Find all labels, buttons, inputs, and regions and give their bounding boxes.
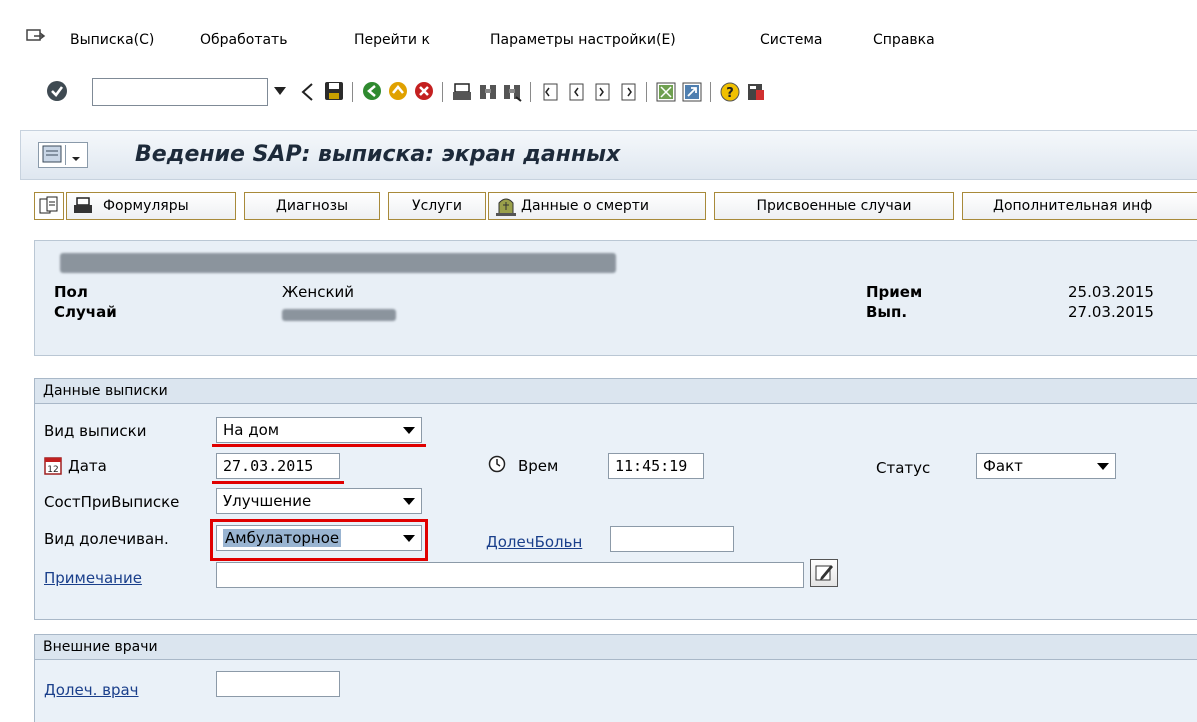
forms-button-label: Формуляры bbox=[103, 198, 189, 214]
time-label: Врем bbox=[518, 457, 559, 475]
sex-label: Пол bbox=[54, 283, 88, 301]
aftercare-hospital-label[interactable]: ДолечБольн bbox=[486, 533, 582, 551]
redacted-patient-name bbox=[60, 253, 616, 273]
system-menu-icon[interactable] bbox=[26, 28, 46, 46]
enter-checkmark-icon[interactable] bbox=[46, 80, 68, 102]
chevron-down-icon bbox=[403, 535, 415, 542]
page-title: Ведение SAP: выписка: экран данных bbox=[135, 142, 621, 167]
last-page-icon[interactable] bbox=[618, 82, 638, 102]
date-input[interactable]: 27.03.2015 bbox=[216, 453, 340, 479]
additional-info-button-label: Дополнительная инф bbox=[993, 198, 1153, 214]
diagnoses-button[interactable]: Диагнозы bbox=[244, 192, 380, 220]
edit-pencil-icon[interactable] bbox=[810, 559, 838, 587]
toolbar-separator bbox=[352, 82, 353, 102]
calendar-icon: 12 bbox=[44, 457, 62, 475]
header-toggle-icon[interactable] bbox=[34, 192, 64, 220]
toolbar-separator bbox=[646, 82, 647, 102]
sex-value: Женский bbox=[282, 283, 354, 301]
clock-icon bbox=[488, 455, 506, 473]
printer-icon bbox=[73, 197, 93, 215]
chevron-down-icon bbox=[403, 498, 415, 505]
command-field[interactable] bbox=[92, 78, 268, 106]
highlight-underline bbox=[212, 481, 344, 484]
chevron-down-icon bbox=[403, 427, 415, 434]
discharge-type-label: Вид выписки bbox=[44, 422, 147, 440]
save-icon[interactable] bbox=[324, 81, 344, 101]
command-dropdown-icon[interactable] bbox=[274, 87, 286, 95]
svg-text:12: 12 bbox=[47, 465, 58, 475]
aftercare-hospital-input[interactable] bbox=[610, 526, 734, 552]
back-arrow-icon[interactable] bbox=[300, 82, 314, 102]
create-session-icon[interactable] bbox=[656, 82, 676, 102]
cancel-icon[interactable] bbox=[414, 81, 434, 101]
discharge-date: 27.03.2015 bbox=[1068, 303, 1154, 321]
discharge-label: Вып. bbox=[866, 303, 908, 321]
date-value: 27.03.2015 bbox=[223, 457, 314, 475]
admission-label: Прием bbox=[866, 283, 923, 301]
death-data-button-label: Данные о смерти bbox=[521, 198, 649, 214]
screen-menu-icon[interactable] bbox=[38, 142, 88, 168]
find-next-icon[interactable] bbox=[502, 82, 522, 102]
aftercare-type-value: Амбулаторное bbox=[223, 529, 342, 547]
next-page-icon[interactable] bbox=[592, 82, 612, 102]
admission-date: 25.03.2015 bbox=[1068, 283, 1154, 301]
menu-process[interactable]: Обработать bbox=[200, 32, 287, 48]
forms-button[interactable]: Формуляры bbox=[66, 192, 236, 220]
exit-icon[interactable] bbox=[388, 81, 408, 101]
note-label[interactable]: Примечание bbox=[44, 569, 142, 587]
toolbar-separator bbox=[530, 82, 531, 102]
menu-system[interactable]: Система bbox=[760, 32, 822, 48]
condition-select[interactable]: Улучшение bbox=[216, 488, 422, 514]
services-button-label: Услуги bbox=[412, 198, 462, 214]
assigned-cases-button-label: Присвоенные случаи bbox=[756, 198, 912, 214]
discharge-data-group-title: Данные выписки bbox=[34, 378, 1197, 404]
redacted-case-number bbox=[282, 309, 396, 321]
menu-discharge[interactable]: Выписка(C) bbox=[70, 32, 154, 48]
status-value: Факт bbox=[983, 457, 1023, 475]
aftercare-type-label: Вид долечиван. bbox=[44, 530, 169, 548]
menu-goto[interactable]: Перейти к bbox=[354, 32, 430, 48]
status-select[interactable]: Факт bbox=[976, 453, 1116, 479]
time-input[interactable]: 11:45:19 bbox=[608, 453, 704, 479]
help-icon[interactable]: ? bbox=[720, 82, 740, 102]
case-label: Случай bbox=[54, 303, 117, 321]
date-label: Дата bbox=[68, 457, 107, 475]
toolbar-separator bbox=[710, 82, 711, 102]
gravestone-icon bbox=[495, 196, 517, 216]
layout-menu-icon[interactable] bbox=[746, 82, 766, 102]
condition-value: Улучшение bbox=[223, 492, 312, 510]
discharge-type-select[interactable]: На дом bbox=[216, 417, 422, 443]
death-data-button[interactable]: Данные о смерти bbox=[488, 192, 706, 220]
back-icon[interactable] bbox=[362, 81, 382, 101]
discharge-type-value: На дом bbox=[223, 421, 280, 439]
note-input[interactable] bbox=[216, 562, 804, 588]
status-label: Статус bbox=[876, 459, 931, 477]
shortcut-icon[interactable] bbox=[682, 82, 702, 102]
chevron-down-icon bbox=[1097, 463, 1109, 470]
aftercare-type-select[interactable]: Амбулаторное bbox=[216, 525, 422, 551]
menu-settings[interactable]: Параметры настройки(E) bbox=[490, 32, 676, 48]
condition-label: СостПриВыписке bbox=[44, 493, 180, 511]
aftercare-doctor-input[interactable] bbox=[216, 671, 340, 697]
find-icon[interactable] bbox=[478, 82, 498, 102]
services-button[interactable]: Услуги bbox=[388, 192, 486, 220]
assigned-cases-button[interactable]: Присвоенные случаи bbox=[714, 192, 954, 220]
svg-text:?: ? bbox=[726, 86, 734, 101]
highlight-underline bbox=[212, 444, 426, 447]
first-page-icon[interactable] bbox=[540, 82, 560, 102]
print-icon[interactable] bbox=[452, 82, 472, 102]
previous-page-icon[interactable] bbox=[566, 82, 586, 102]
time-value: 11:45:19 bbox=[615, 457, 688, 475]
menu-help[interactable]: Справка bbox=[873, 32, 935, 48]
additional-info-button[interactable]: Дополнительная инф bbox=[962, 192, 1197, 220]
external-doctors-group-title: Внешние врачи bbox=[34, 634, 1197, 660]
diagnoses-button-label: Диагнозы bbox=[275, 198, 349, 214]
toolbar-separator bbox=[442, 82, 443, 102]
aftercare-doctor-label[interactable]: Долеч. врач bbox=[44, 681, 139, 699]
